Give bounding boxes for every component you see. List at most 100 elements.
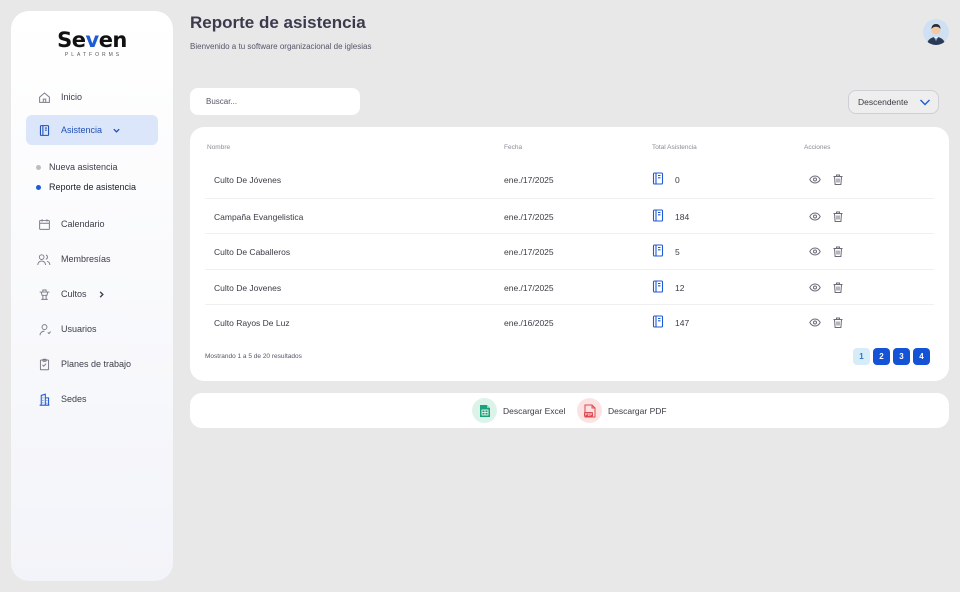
book-icon [37,123,51,137]
sidebar-item-cultos[interactable]: Cultos [26,279,158,309]
results-summary: Mostrando 1 a 5 de 20 resultados [205,353,302,360]
cell-nombre: Campaña Evangelistica [214,212,304,222]
table-row: Culto De Caballeros ene./17/2025 5 [205,233,934,268]
sidebar-item-membresias[interactable]: Membresías [26,244,158,274]
book-icon [652,315,664,330]
row-actions [809,210,855,222]
download-pdf-label: Descargar PDF [608,405,667,416]
sidebar-subitem-label: Reporte de asistencia [49,182,137,192]
trash-icon[interactable] [832,173,844,185]
user-avatar-icon [923,19,949,45]
cell-total-asistencia: 184 [652,209,689,224]
users-icon [37,252,51,266]
row-actions [809,316,855,328]
total-value: 0 [675,174,680,185]
eye-icon[interactable] [809,210,821,222]
bullet-icon [36,184,41,190]
download-excel-button[interactable]: Descargar Excel [472,398,565,423]
sidebar-item-label: Calendario [61,219,105,229]
eye-icon[interactable] [809,316,821,328]
trash-icon[interactable] [832,316,844,328]
sidebar-item-sedes[interactable]: Sedes [26,384,158,414]
cell-fecha: ene./17/2025 [504,212,554,222]
clipboard-icon [37,357,51,371]
page-button-4[interactable]: 4 [913,348,930,365]
cell-fecha: ene./17/2025 [504,283,554,293]
chevron-down-icon [919,97,931,109]
row-actions [809,281,855,293]
sort-order-select[interactable]: Descendente [848,90,939,114]
eye-icon[interactable] [809,245,821,257]
total-value: 184 [675,211,690,222]
row-actions [809,173,855,185]
user-icon [37,322,51,336]
brand-name: Seven [57,28,127,52]
book-icon [652,172,664,187]
total-value: 12 [675,282,685,293]
sidebar-item-planes-de-trabajo[interactable]: Planes de trabajo [26,349,158,379]
sidebar-item-label: Usuarios [61,324,97,334]
sidebar-item-usuarios[interactable]: Usuarios [26,314,158,344]
page-button-3[interactable]: 3 [893,348,910,365]
column-header-nombre: Nombre [207,144,231,151]
cell-fecha: ene./17/2025 [504,247,554,257]
download-excel-label: Descargar Excel [503,405,566,416]
download-pdf-button[interactable]: Descargar PDF [577,398,667,423]
brand-tagline: PLATFORMS [64,52,123,58]
sidebar-item-label: Sedes [61,394,87,404]
sidebar-subitem-reporte-asistencia[interactable]: Reporte de asistencia [36,182,136,192]
pagination: 1 2 3 4 [853,348,933,365]
attendance-table-card: Nombre Fecha Total Asistencia Acciones C… [190,127,949,381]
sidebar-item-label: Cultos [61,289,87,299]
cell-total-asistencia: 147 [652,315,689,330]
chevron-right-icon [97,290,106,299]
sidebar-item-calendario[interactable]: Calendario [26,209,158,239]
search-input[interactable] [190,88,360,115]
page-button-2[interactable]: 2 [873,348,890,365]
total-value: 5 [675,246,680,257]
avatar[interactable] [923,19,949,45]
book-icon [652,244,664,259]
calendar-icon [37,217,51,231]
book-icon [652,280,664,295]
trash-icon[interactable] [832,281,844,293]
column-header-fecha: Fecha [504,144,523,151]
table-row: Culto De Jovenes ene./17/2025 12 [205,269,934,304]
sidebar-item-inicio[interactable]: Inicio [26,82,158,112]
book-icon [652,209,664,224]
sidebar: Seven PLATFORMS Inicio Asistencia Nueva … [11,11,173,581]
brand-logo: Seven PLATFORMS [11,29,173,58]
sidebar-subitem-label: Nueva asistencia [49,162,118,172]
sidebar-item-label: Membresías [61,254,111,264]
table-row: Culto Rayos De Luz ene./16/2025 147 [205,304,934,339]
chevron-down-icon [112,126,121,135]
cell-nombre: Culto De Jovenes [214,283,282,293]
sort-order-value: Descendente [858,97,909,107]
page-button-1[interactable]: 1 [853,348,870,365]
home-icon [37,90,51,104]
cell-total-asistencia: 5 [652,244,680,259]
cell-total-asistencia: 12 [652,280,684,295]
cell-fecha: ene./17/2025 [504,175,554,185]
cell-nombre: Culto De Caballeros [214,247,291,257]
cell-nombre: Culto De Jóvenes [214,175,282,185]
excel-file-icon [472,398,497,423]
table-row: Culto De Jóvenes ene./17/2025 0 [205,162,934,197]
eye-icon[interactable] [809,173,821,185]
page-subtitle: Bienvenido a tu software organizacional … [190,42,372,51]
sidebar-item-label: Planes de trabajo [61,359,132,369]
trash-icon[interactable] [832,210,844,222]
eye-icon[interactable] [809,281,821,293]
trash-icon[interactable] [832,245,844,257]
total-value: 147 [675,317,690,328]
sidebar-item-label: Inicio [61,92,83,102]
sidebar-subitem-nueva-asistencia[interactable]: Nueva asistencia [36,162,118,172]
sidebar-item-asistencia[interactable]: Asistencia [26,115,158,145]
cell-fecha: ene./16/2025 [504,318,554,328]
download-bar: Descargar Excel Descargar PDF [190,393,949,428]
row-actions [809,245,855,257]
bullet-icon [36,164,41,170]
page-title: Reporte de asistencia [190,13,366,32]
pdf-file-icon [577,398,602,423]
cell-nombre: Culto Rayos De Luz [214,318,290,328]
